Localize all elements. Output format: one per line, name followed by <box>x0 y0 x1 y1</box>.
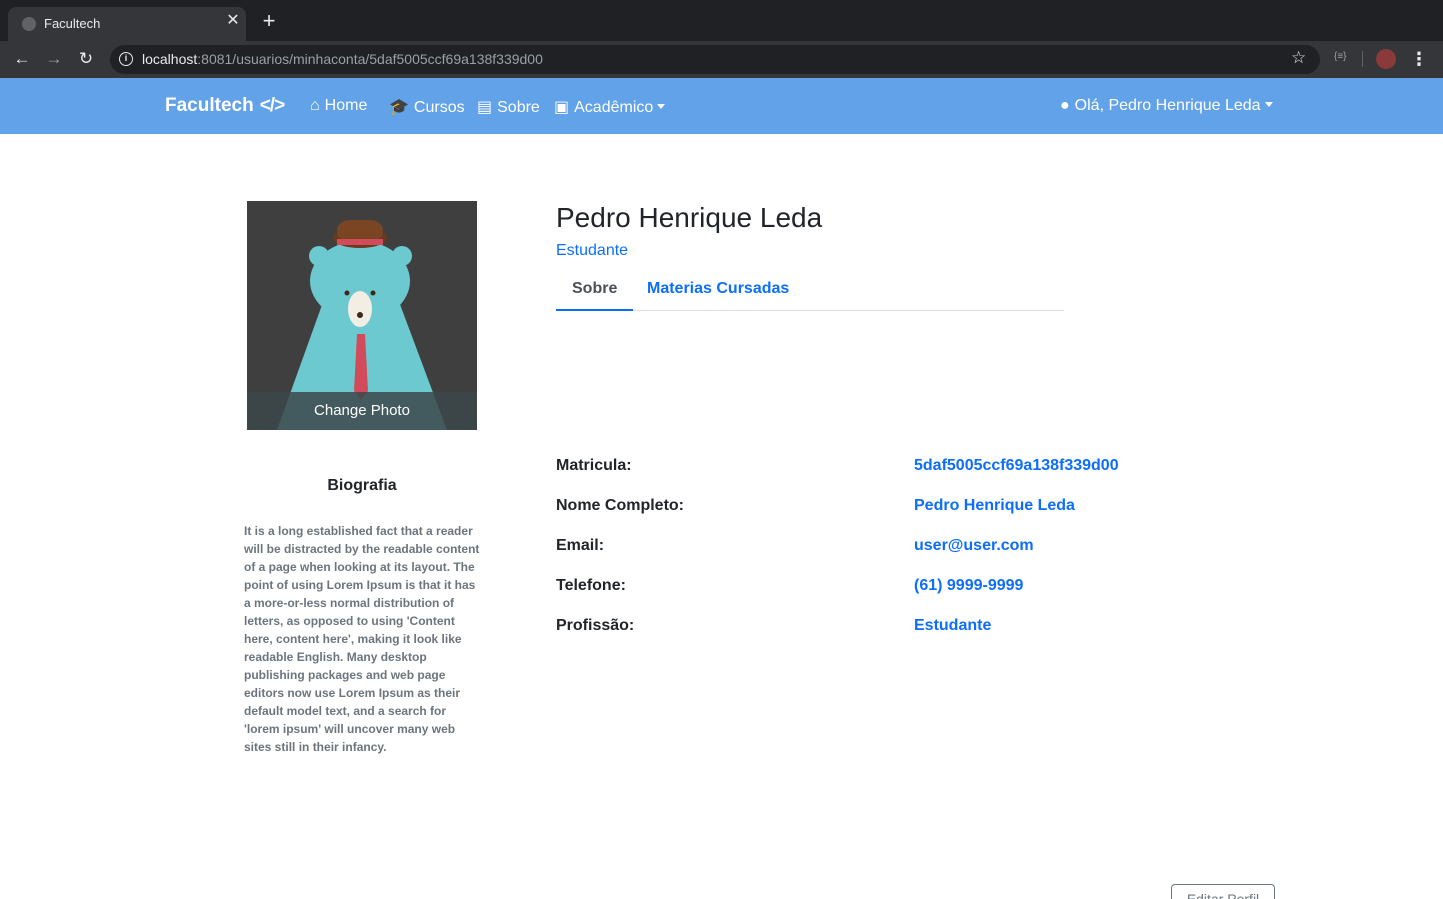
info-row-email: Email: user@user.com <box>556 537 1256 561</box>
profile-tabs: Sobre Materias Cursadas <box>556 274 1064 311</box>
tab-sobre[interactable]: Sobre <box>556 274 634 311</box>
profile-role: Estudante <box>556 242 629 259</box>
brand-link[interactable]: Facultech </> <box>165 95 286 117</box>
browser-profile-icon[interactable] <box>1376 49 1396 69</box>
address-bar[interactable]: i localhost:8081/usuarios/minhaconta/5da… <box>110 45 1320 74</box>
info-row-nome: Nome Completo: Pedro Henrique Leda <box>556 497 1256 521</box>
nav-academico-dropdown[interactable]: ▣ Acadêmico <box>554 97 666 117</box>
user-menu-dropdown[interactable]: ● Olá, Pedro Henrique Leda <box>1060 97 1273 115</box>
info-row-telefone: Telefone: (61) 9999-9999 <box>556 577 1256 601</box>
extension-icon[interactable]: {≡} <box>1334 51 1347 62</box>
info-row-profissao: Profissão: Estudante <box>556 617 1256 641</box>
profile-photo[interactable]: Change Photo <box>247 201 477 430</box>
user-icon: ● <box>1060 97 1070 114</box>
field-label: Email: <box>556 537 605 554</box>
field-label: Telefone: <box>556 577 626 594</box>
field-value: user@user.com <box>914 537 1034 554</box>
profile-name: Pedro Henrique Leda <box>556 202 823 233</box>
field-value: 5daf5005ccf69a138f339d00 <box>914 457 1119 474</box>
nav-sobre[interactable]: ▤ Sobre <box>477 97 540 117</box>
browser-toolbar: ← → ↻ i localhost:8081/usuarios/minhacon… <box>0 41 1443 78</box>
bookmark-star-icon[interactable]: ☆ <box>1291 48 1306 68</box>
caret-down-icon <box>1264 102 1273 107</box>
info-icon[interactable]: i <box>119 52 133 66</box>
change-photo-button[interactable]: Change Photo <box>247 392 477 430</box>
site-navbar: Facultech </> ⌂ Home 🎓 Cursos ▤ Sobre ▣ Acadê… <box>0 78 1443 134</box>
field-value: Estudante <box>914 617 992 634</box>
toolbar-divider <box>1362 51 1363 67</box>
book-reader-icon: ▣ <box>554 99 570 116</box>
browser-tab[interactable]: Facultech ✕ <box>8 7 246 41</box>
reload-icon[interactable]: ↻ <box>75 48 97 70</box>
forward-icon[interactable]: → <box>43 48 65 70</box>
globe-icon <box>22 17 36 31</box>
tab-materias-cursadas[interactable]: Materias Cursadas <box>631 274 805 311</box>
field-label: Nome Completo: <box>556 497 684 514</box>
info-row-matricula: Matricula: 5daf5005ccf69a138f339d00 <box>556 457 1256 481</box>
field-value: (61) 9999-9999 <box>914 577 1024 594</box>
tab-title: Facultech <box>44 16 101 31</box>
browser-tab-bar: Facultech ✕ + <box>0 0 1443 41</box>
bio-title: Biografia <box>327 477 397 494</box>
nav-cursos[interactable]: 🎓 Cursos <box>389 97 465 117</box>
new-tab-icon[interactable]: + <box>259 10 279 32</box>
back-icon[interactable]: ← <box>11 48 33 70</box>
caret-down-icon <box>657 104 666 109</box>
bio-text: It is a long established fact that a rea… <box>244 524 480 754</box>
field-value: Pedro Henrique Leda <box>914 497 1075 514</box>
url-text[interactable]: localhost:8081/usuarios/minhaconta/5daf5… <box>142 51 543 67</box>
edit-profile-button[interactable]: Editar Perfil <box>1171 884 1275 899</box>
home-icon: ⌂ <box>310 97 320 114</box>
more-menu-icon[interactable]: ⋮ <box>1410 48 1428 70</box>
graduation-cap-icon: 🎓 <box>389 99 409 116</box>
field-label: Matricula: <box>556 457 632 474</box>
nav-home[interactable]: ⌂ Home <box>310 97 367 115</box>
close-icon[interactable]: ✕ <box>224 12 242 30</box>
list-icon: ▤ <box>477 99 493 116</box>
code-icon: </> <box>259 95 286 116</box>
field-label: Profissão: <box>556 617 635 634</box>
